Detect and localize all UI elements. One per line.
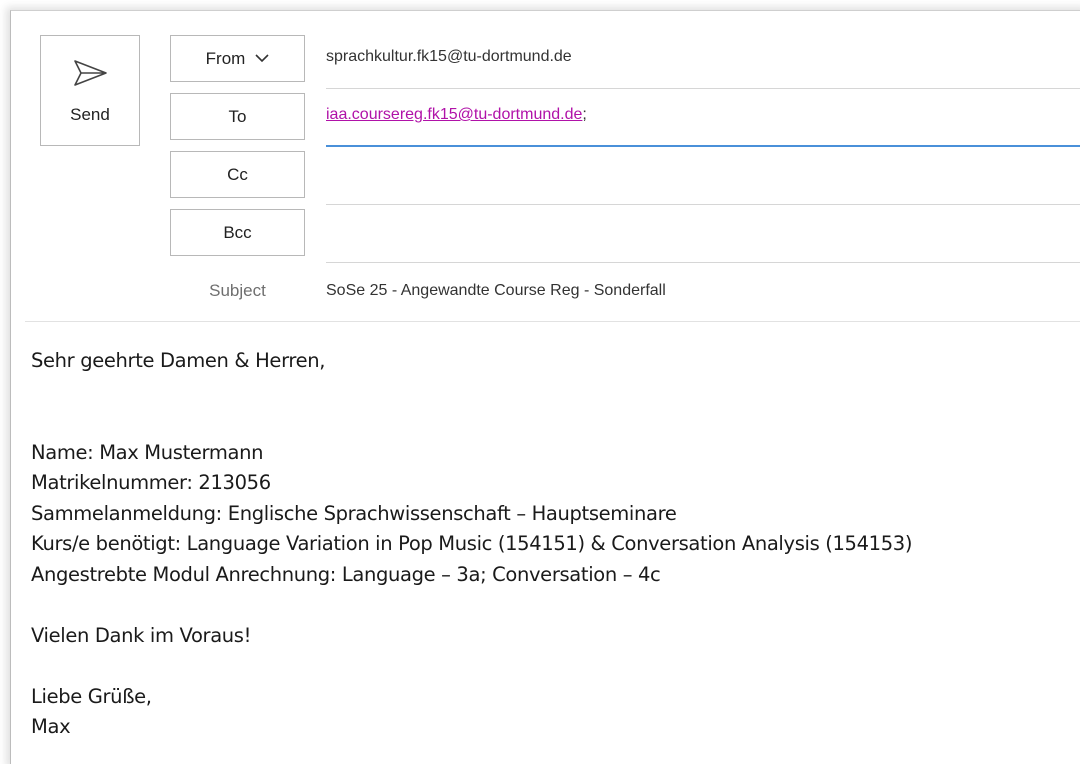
cc-label: Cc <box>227 164 248 184</box>
to-recipient-link[interactable]: iaa.coursereg.fk15@tu-dortmund.de <box>326 106 582 123</box>
subject-label: Subject <box>209 281 266 300</box>
body-blank-line <box>31 377 912 408</box>
subject-field[interactable]: SoSe 25 - Angewandte Course Reg - Sonder… <box>326 282 666 300</box>
body-closing-line: Liebe Grüße, <box>31 684 152 708</box>
body-blank-line <box>31 651 912 682</box>
cc-divider <box>326 204 1080 205</box>
to-separator: ; <box>582 106 587 123</box>
from-label: From <box>205 48 246 68</box>
from-divider <box>326 88 1080 89</box>
body-greeting: Sehr geehrte Damen & Herren, <box>31 349 326 372</box>
header-body-separator <box>25 321 1080 322</box>
from-value: sprachkultur.fk15@tu-dortmund.de <box>326 48 572 65</box>
from-button[interactable]: From <box>170 35 305 82</box>
bcc-label: Bcc <box>223 222 252 242</box>
body-blank-line <box>31 407 912 438</box>
body-matrikel-line: Matrikelnummer: 213056 <box>31 471 271 494</box>
bcc-divider <box>326 262 1080 263</box>
body-thanks-line: Vielen Dank im Voraus! <box>31 623 252 647</box>
to-field[interactable]: iaa.coursereg.fk15@tu-dortmund.de; <box>326 106 587 124</box>
send-button[interactable]: Send <box>40 35 140 146</box>
body-sammel-line: Sammelanmeldung: Englische Sprachwissens… <box>31 501 677 525</box>
body-kurs-line: Kurs/e benötigt: Language Variation in P… <box>31 532 913 555</box>
cc-button[interactable]: Cc <box>170 151 305 198</box>
body-modul-line: Angestrebte Modul Anrechnung: Language –… <box>31 562 661 586</box>
body-blank-line <box>31 590 912 621</box>
send-label: Send <box>70 105 110 124</box>
chevron-down-icon <box>255 54 269 63</box>
to-label: To <box>228 106 247 126</box>
body-signature: Max <box>31 715 71 738</box>
to-button[interactable]: To <box>170 93 305 140</box>
message-body[interactable]: Sehr geehrte Damen & Herren, Name: Max M… <box>31 346 912 743</box>
bcc-button[interactable]: Bcc <box>170 209 305 256</box>
body-name-line: Name: Max Mustermann <box>31 440 264 464</box>
send-icon <box>74 60 107 86</box>
to-active-underline <box>326 145 1080 147</box>
